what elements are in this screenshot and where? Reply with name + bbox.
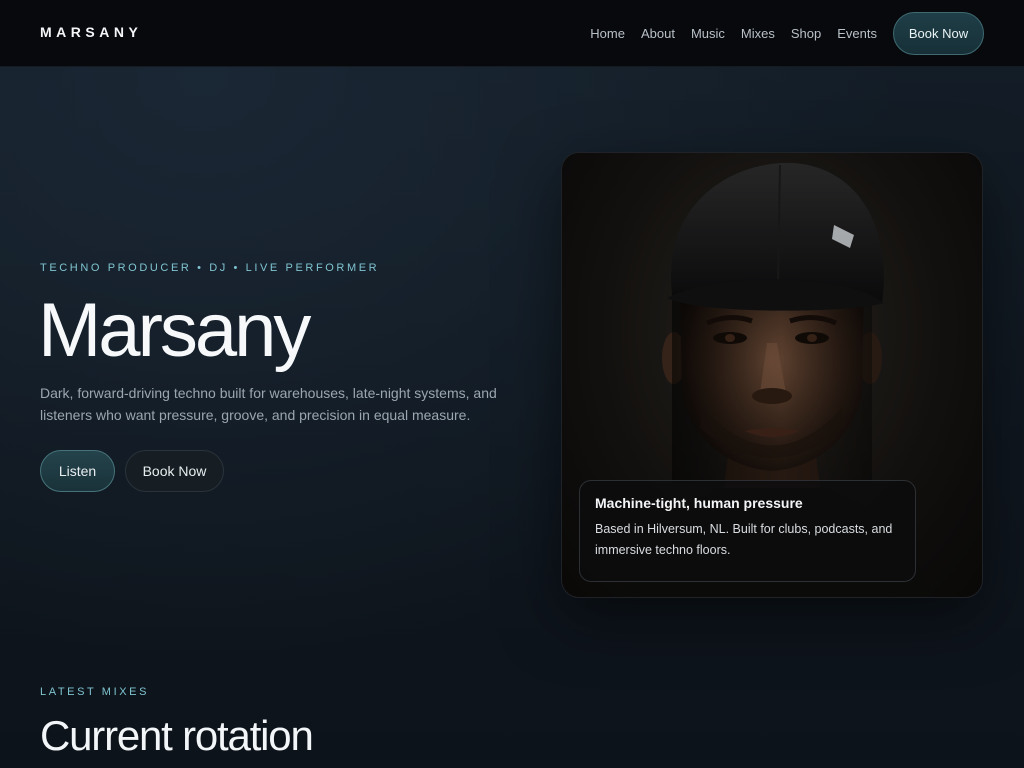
brand-logo[interactable]: MARSANY xyxy=(40,24,142,40)
nav-link-about[interactable]: About xyxy=(641,26,675,41)
hero-eyebrow: TECHNO PRODUCER • DJ • LIVE PERFORMER xyxy=(40,262,380,274)
caption-title: Machine-tight, human pressure xyxy=(595,495,803,511)
book-now-button[interactable]: Book Now xyxy=(125,450,224,492)
nav-link-home[interactable]: Home xyxy=(590,26,625,41)
caption-text: Based in Hilversum, NL. Built for clubs,… xyxy=(595,522,893,557)
artist-portrait-card: Machine-tight, human pressure Based in H… xyxy=(561,152,983,598)
nav-link-events[interactable]: Events xyxy=(837,26,877,41)
navbar: MARSANY Home About Music Mixes Shop Even… xyxy=(0,0,1024,67)
latest-mixes-eyebrow: LATEST MIXES xyxy=(40,686,150,698)
portrait-caption-card: Machine-tight, human pressure Based in H… xyxy=(579,480,916,582)
listen-button[interactable]: Listen xyxy=(40,450,115,492)
hero-description: Dark, forward-driving techno built for w… xyxy=(40,385,497,423)
hero-title: Marsany xyxy=(38,288,311,373)
nav-links: Home About Music Mixes Shop Events Book … xyxy=(590,12,984,55)
nav-link-music[interactable]: Music xyxy=(691,26,725,41)
nav-book-now-button[interactable]: Book Now xyxy=(893,12,984,55)
nav-link-shop[interactable]: Shop xyxy=(791,26,821,41)
nav-link-mixes[interactable]: Mixes xyxy=(741,26,775,41)
current-rotation-title: Current rotation xyxy=(40,712,314,759)
